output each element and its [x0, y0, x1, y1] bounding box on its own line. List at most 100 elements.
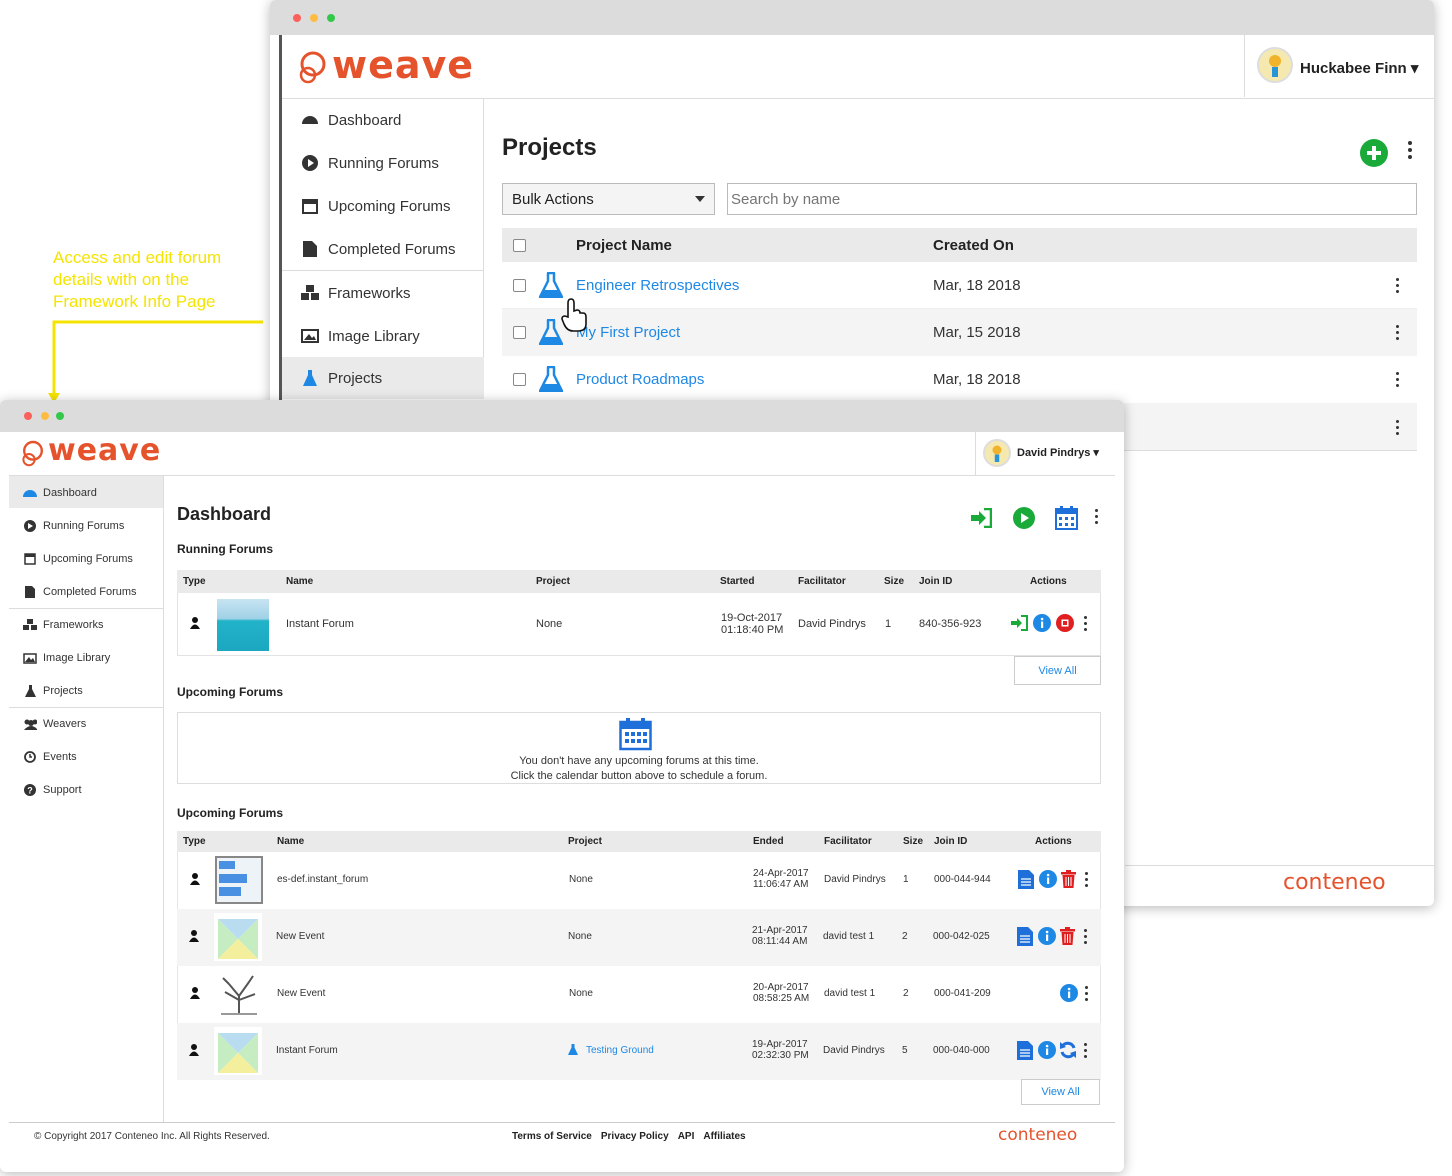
sidebar-item-running-forums[interactable]: Running Forums	[282, 152, 439, 174]
project-link[interactable]: Engineer Retrospectives	[576, 277, 739, 294]
more-menu-icon[interactable]	[1408, 141, 1412, 159]
forum-size: 5	[902, 1045, 908, 1056]
row-checkbox[interactable]	[513, 373, 526, 386]
report-document-icon[interactable]	[1018, 870, 1034, 889]
sidebar-item-running-forums[interactable]: Running Forums	[9, 518, 124, 534]
row-menu-icon[interactable]	[1084, 986, 1088, 1001]
view-all-button[interactable]: View All	[1021, 1079, 1100, 1105]
column-header: Size	[884, 576, 905, 587]
empty-message: You don't have any upcoming forums at th…	[178, 754, 1100, 784]
created-date: Mar, 18 2018	[933, 277, 1021, 294]
info-icon[interactable]	[1038, 1041, 1056, 1059]
join-forum-icon[interactable]	[970, 508, 992, 528]
forum-project: None	[569, 988, 593, 999]
refresh-icon[interactable]	[1059, 1041, 1077, 1059]
report-document-icon[interactable]	[1017, 927, 1033, 946]
sidebar-item-weavers[interactable]: Weavers	[9, 716, 86, 732]
forum-thumbnail	[215, 856, 263, 904]
logo-text: weave	[48, 433, 162, 468]
sidebar-item-image-library[interactable]: Image Library	[9, 650, 110, 666]
info-icon[interactable]	[1060, 984, 1078, 1002]
page-title: Projects	[502, 134, 597, 161]
footer-link-affiliates[interactable]: Affiliates	[703, 1131, 745, 1142]
sidebar-item-completed-forums[interactable]: Completed Forums	[9, 584, 137, 600]
sidebar-item-image-library[interactable]: Image Library	[282, 325, 420, 347]
table-row[interactable]: My First Project Mar, 15 2018	[502, 309, 1417, 356]
row-menu-icon[interactable]	[1083, 1043, 1087, 1058]
join-forum-icon[interactable]	[1010, 615, 1028, 631]
info-icon[interactable]	[1039, 870, 1057, 888]
row-menu-icon[interactable]	[1395, 278, 1399, 293]
project-link[interactable]: Testing Ground	[586, 1045, 654, 1056]
search-input[interactable]	[727, 183, 1417, 215]
date: 24-Apr-2017	[753, 868, 809, 879]
more-menu-icon[interactable]	[1094, 509, 1098, 524]
sidebar-item-frameworks[interactable]: Frameworks	[282, 282, 411, 304]
row-menu-icon[interactable]	[1395, 325, 1399, 340]
project-link[interactable]: My First Project	[576, 324, 680, 341]
sidebar-item-completed-forums[interactable]: Completed Forums	[282, 238, 456, 260]
forum-project: None	[569, 874, 593, 885]
sidebar-item-dashboard[interactable]: Dashboard	[9, 485, 97, 501]
sidebar-item-dashboard[interactable]: Dashboard	[282, 109, 401, 131]
window-titlebar	[0, 400, 1124, 432]
column-header: Project Name	[576, 237, 672, 254]
schedule-calendar-icon[interactable]	[1055, 506, 1078, 530]
row-menu-icon[interactable]	[1395, 372, 1399, 387]
row-checkbox[interactable]	[513, 326, 526, 339]
date: 21-Apr-2017	[752, 925, 808, 936]
sidebar-item-upcoming-forums[interactable]: Upcoming Forums	[9, 551, 133, 567]
forum-ended: 24-Apr-2017 11:06:47 AM	[753, 868, 809, 890]
window-titlebar	[270, 0, 1434, 35]
sidebar-item-label: Projects	[328, 369, 383, 387]
table-row[interactable]: Product Roadmaps Mar, 18 2018	[502, 356, 1417, 403]
sidebar-item-frameworks[interactable]: Frameworks	[9, 617, 104, 633]
sidebar-item-support[interactable]: ? Support	[9, 782, 82, 798]
calendar-icon	[23, 553, 37, 565]
table-row[interactable]: Instant Forum None 19-Oct-2017 01:18:40 P…	[177, 593, 1101, 656]
trash-icon[interactable]	[1060, 927, 1075, 945]
view-all-button[interactable]: View All	[1014, 656, 1101, 685]
column-header: Ended	[753, 836, 784, 847]
row-checkbox[interactable]	[513, 279, 526, 292]
footer-link-api[interactable]: API	[678, 1131, 695, 1142]
table-row[interactable]: New Event None 21-Apr-2017 08:11:44 AM da…	[177, 909, 1101, 966]
bulk-actions-select[interactable]: Bulk Actions	[502, 183, 715, 215]
row-menu-icon[interactable]	[1084, 872, 1088, 887]
project-link[interactable]: Product Roadmaps	[576, 371, 704, 388]
sidebar-item-upcoming-forums[interactable]: Upcoming Forums	[282, 195, 451, 217]
footer-link-terms[interactable]: Terms of Service	[512, 1131, 592, 1142]
time: 01:18:40 PM	[721, 624, 784, 636]
info-icon[interactable]	[1033, 614, 1051, 632]
table-row[interactable]: Instant Forum Testing Ground 19-Apr-2017…	[177, 1023, 1101, 1080]
user-menu[interactable]: David Pindrys ▾	[1017, 446, 1099, 459]
flask-icon	[568, 1044, 578, 1055]
weave-logo[interactable]: weave	[21, 433, 160, 473]
weave-logo[interactable]: weave	[298, 43, 473, 90]
table-row[interactable]: New Event None 20-Apr-2017 08:58:25 AM da…	[177, 966, 1101, 1023]
info-icon[interactable]	[1038, 927, 1056, 945]
select-all-checkbox[interactable]	[513, 239, 526, 252]
add-project-button[interactable]	[1360, 139, 1388, 167]
report-document-icon[interactable]	[1017, 1041, 1033, 1060]
avatar[interactable]	[983, 439, 1011, 467]
forum-ended: 19-Apr-2017 02:32:30 PM	[752, 1039, 809, 1061]
footer-link-privacy[interactable]: Privacy Policy	[601, 1131, 669, 1142]
row-menu-icon[interactable]	[1083, 616, 1087, 631]
front-window: weave David Pindrys ▾ Dashboard Running …	[0, 400, 1124, 1172]
dashboard-icon	[23, 487, 37, 499]
user-menu[interactable]: Huckabee Finn ▾	[1300, 59, 1418, 77]
stop-icon[interactable]	[1056, 614, 1074, 632]
sidebar-item-label: Frameworks	[328, 284, 411, 302]
avatar[interactable]	[1257, 47, 1293, 83]
table-row[interactable]: Engineer Retrospectives Mar, 18 2018	[502, 262, 1417, 309]
sidebar-item-events[interactable]: Events	[9, 749, 77, 765]
row-menu-icon[interactable]	[1395, 420, 1399, 435]
start-forum-icon[interactable]	[1013, 507, 1035, 529]
time: 08:11:44 AM	[752, 936, 808, 947]
row-menu-icon[interactable]	[1083, 929, 1087, 944]
trash-icon[interactable]	[1061, 870, 1076, 888]
sidebar-item-projects[interactable]: Projects	[9, 683, 83, 699]
table-row[interactable]: es-def.instant_forum None 24-Apr-2017 11:…	[177, 852, 1101, 909]
sidebar-item-projects[interactable]: Projects	[282, 367, 382, 389]
